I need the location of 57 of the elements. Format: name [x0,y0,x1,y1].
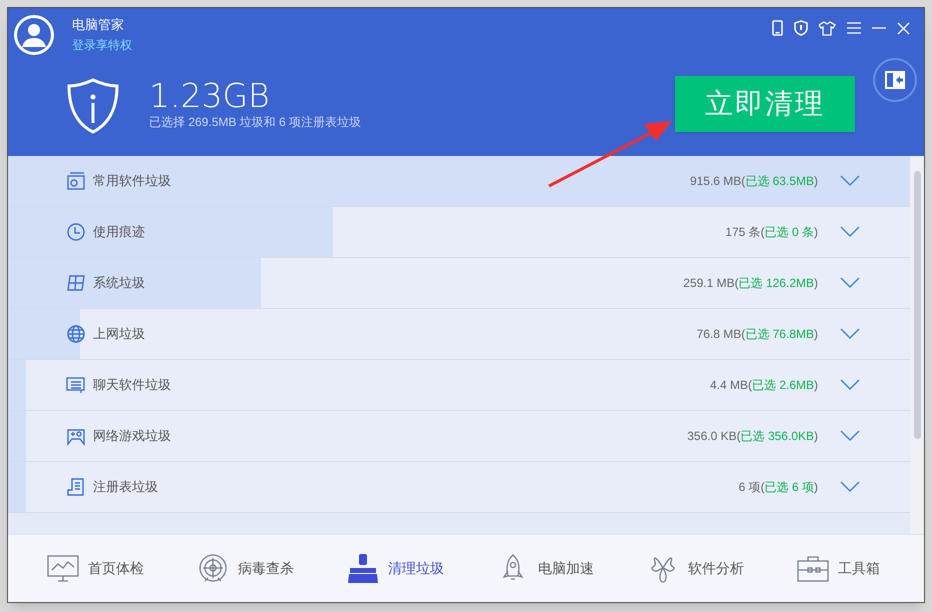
collapse-button[interactable] [873,58,917,102]
selection-summary: 已选择 269.5MB 垃圾和 6 项注册表垃圾 [149,114,362,130]
category-row[interactable]: 上网垃圾 76.8 MB(已选 76.8MB) [8,309,910,360]
chevron-down-icon[interactable] [840,379,860,391]
total-size: 1.23GB [149,78,271,114]
category-label: 常用软件垃圾 [93,172,171,190]
software-trash-icon [66,171,86,191]
avatar-icon[interactable] [13,14,55,56]
scrollbar-thumb[interactable] [914,171,920,439]
nav-tab[interactable]: 软件分析 [646,553,796,584]
category-row[interactable]: 常用软件垃圾 915.6 MB(已选 63.5MB) [8,156,910,207]
category-row[interactable]: 系统垃圾 259.1 MB(已选 126.2MB) [8,258,910,309]
category-size: 175 条(已选 0 条) [725,224,818,241]
chat-icon [66,375,86,395]
nav-tab[interactable]: 工具箱 [796,553,924,584]
document-icon [66,477,86,497]
category-size: 6 项(已选 6 项) [738,479,818,496]
chevron-down-icon[interactable] [840,328,860,340]
category-label: 使用痕迹 [93,223,145,242]
broom-icon [346,553,380,584]
clock-icon [66,222,86,242]
chevron-down-icon[interactable] [840,226,860,238]
category-row[interactable]: 注册表垃圾 6 项(已选 6 项) [8,462,910,513]
globe-icon [66,324,86,344]
login-link[interactable]: 登录享特权 [72,36,132,54]
menu-icon[interactable] [847,22,861,34]
shirt-icon[interactable] [819,20,836,36]
shield-info-icon [67,78,119,134]
category-row[interactable]: 聊天软件垃圾 4.4 MB(已选 2.6MB) [8,360,910,411]
category-label: 网络游戏垃圾 [93,427,171,446]
category-label: 聊天软件垃圾 [93,376,171,394]
category-label: 系统垃圾 [93,274,145,292]
close-icon[interactable] [897,22,910,34]
category-label: 注册表垃圾 [93,478,158,496]
exit-panel-icon [885,71,905,89]
shield-icon[interactable] [794,20,808,36]
window-grid-icon [66,273,86,293]
category-label: 上网垃圾 [93,325,145,344]
chevron-down-icon[interactable] [840,175,860,187]
category-size: 915.6 MB(已选 63.5MB) [690,173,818,190]
monitor-icon [46,553,80,584]
phone-icon[interactable] [772,20,783,36]
chevron-down-icon[interactable] [840,481,860,493]
category-size: 356.0 KB(已选 356.0KB) [687,428,818,445]
category-size: 259.1 MB(已选 126.2MB) [683,275,818,292]
category-row[interactable]: 网络游戏垃圾 356.0 KB(已选 356.0KB) [8,411,910,462]
category-size: 4.4 MB(已选 2.6MB) [710,377,818,394]
app-title: 电脑管家 [72,16,125,34]
chevron-down-icon[interactable] [840,277,860,289]
minimize-icon[interactable] [872,27,886,29]
category-row[interactable]: 使用痕迹 175 条(已选 0 条) [8,207,910,258]
chevron-down-icon[interactable] [840,430,860,442]
nav-tab[interactable]: 病毒查杀 [196,553,346,584]
nav-tab[interactable]: 清理垃圾 [346,553,496,584]
nav-tab[interactable]: 电脑加速 [496,553,646,584]
nav-tab[interactable]: 首页体检 [46,553,196,584]
category-size: 76.8 MB(已选 76.8MB) [696,326,818,343]
